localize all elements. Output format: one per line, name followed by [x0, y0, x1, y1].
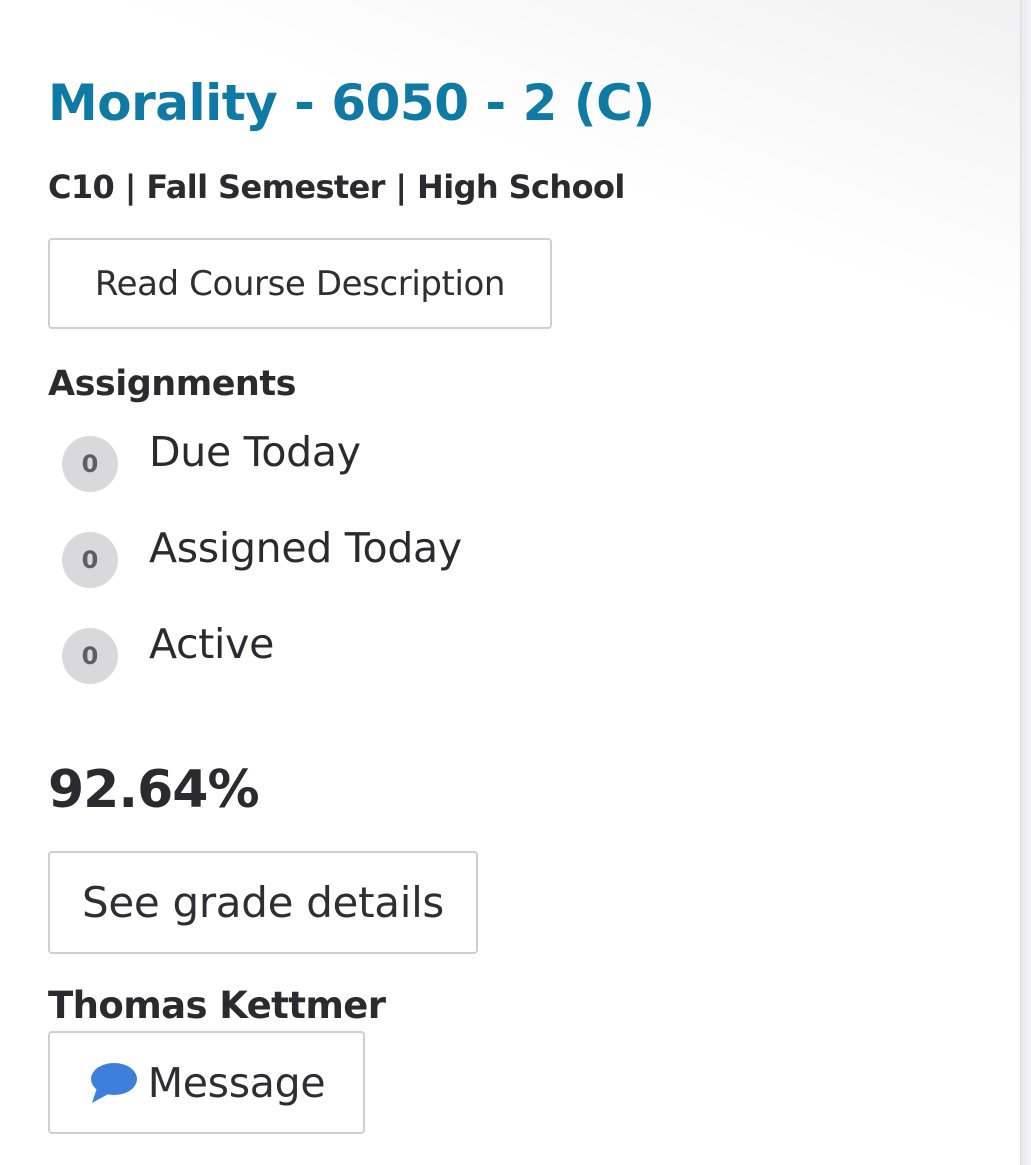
due-today-count-badge: 0	[62, 436, 118, 492]
due-today-label: Due Today	[149, 428, 361, 476]
active-label: Active	[149, 620, 275, 668]
message-button[interactable]: Message	[48, 1031, 365, 1134]
course-title[interactable]: Morality - 6050 - 2 (C)	[48, 74, 655, 132]
assignments-list: 0 Due Today 0 Assigned Today 0 Active	[62, 428, 462, 716]
assignment-active[interactable]: 0 Active	[62, 620, 462, 716]
grade-percentage: 92.64%	[48, 760, 260, 820]
assigned-today-label: Assigned Today	[149, 524, 462, 572]
assignment-due-today[interactable]: 0 Due Today	[62, 428, 462, 524]
read-course-description-button[interactable]: Read Course Description	[48, 238, 552, 329]
panel-edge	[1020, 0, 1031, 1165]
assignments-heading: Assignments	[48, 364, 296, 404]
active-count-badge: 0	[62, 628, 118, 684]
chat-bubble-icon	[90, 1062, 137, 1103]
teacher-name: Thomas Kettmer	[48, 984, 386, 1027]
assigned-today-count-badge: 0	[62, 532, 118, 588]
message-button-label: Message	[147, 1058, 326, 1107]
assignment-assigned-today[interactable]: 0 Assigned Today	[62, 524, 462, 620]
see-grade-details-button[interactable]: See grade details	[48, 851, 478, 954]
course-meta: C10 | Fall Semester | High School	[48, 168, 625, 206]
